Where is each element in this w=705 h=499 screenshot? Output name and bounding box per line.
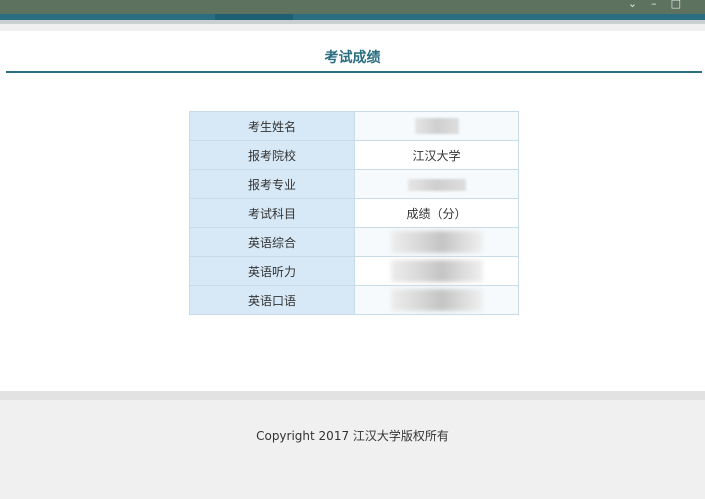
window-controls: ⌄–□	[628, 0, 695, 10]
restore-icon[interactable]: □	[671, 0, 695, 10]
row-label-english-comprehensive: 英语综合	[189, 227, 355, 257]
redacted-value	[390, 231, 483, 253]
window-titlebar: ⌄–□	[0, 0, 705, 14]
row-value-score-header: 成绩（分）	[354, 198, 519, 228]
row-label-subject-header: 考试科目	[189, 198, 355, 228]
footer: Copyright 2017 江汉大学版权所有	[0, 400, 705, 499]
table-row: 考生姓名	[189, 111, 519, 141]
redacted-value	[390, 260, 483, 282]
table-row: 英语听力	[189, 256, 519, 286]
row-value-name	[354, 111, 519, 141]
footer-divider	[0, 391, 705, 400]
main-content: 考试成绩 考生姓名 报考院校 江汉大学 报考专业 考试科目 成绩（分） 英语综合	[0, 31, 705, 391]
row-value-english-comprehensive	[354, 227, 519, 257]
chevron-down-icon[interactable]: ⌄	[628, 0, 651, 10]
minimize-icon[interactable]: –	[651, 0, 671, 10]
row-value-english-oral	[354, 285, 519, 315]
table-row: 报考专业	[189, 169, 519, 199]
row-label-english-listening: 英语听力	[189, 256, 355, 286]
score-table: 考生姓名 报考院校 江汉大学 报考专业 考试科目 成绩（分） 英语综合 英语听力…	[189, 111, 519, 315]
copyright-text: Copyright 2017 江汉大学版权所有	[256, 429, 449, 443]
title-underline	[6, 71, 702, 73]
table-row: 英语综合	[189, 227, 519, 257]
redacted-value	[407, 178, 466, 191]
table-row: 报考院校 江汉大学	[189, 140, 519, 170]
row-value-english-listening	[354, 256, 519, 286]
row-value-school: 江汉大学	[354, 140, 519, 170]
redacted-value	[414, 118, 459, 134]
table-row: 考试科目 成绩（分）	[189, 198, 519, 228]
redacted-value	[390, 289, 483, 311]
table-row: 英语口语	[189, 285, 519, 315]
row-label-school: 报考院校	[189, 140, 355, 170]
nav-divider	[0, 20, 705, 24]
page-title: 考试成绩	[324, 50, 381, 66]
row-label-name: 考生姓名	[189, 111, 355, 141]
row-label-english-oral: 英语口语	[189, 285, 355, 315]
row-label-major: 报考专业	[189, 169, 355, 199]
row-value-major	[354, 169, 519, 199]
